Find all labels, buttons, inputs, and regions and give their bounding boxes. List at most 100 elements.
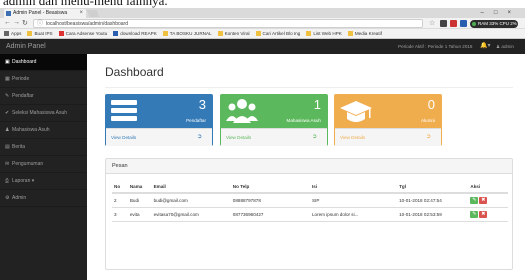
folder-icon (58, 31, 64, 36)
sidebar-item-label: Dashboard (12, 59, 37, 65)
table-row: 2 Budi budi@gmail.com 08888797878 SIP 10-01-2… (112, 193, 508, 208)
sidebar-item-label: Laporan ▾ (12, 178, 35, 184)
sidebar-item-dashboard[interactable]: ▣ Dashboard (0, 54, 87, 71)
sidebar-item-label: Mahasiswa Asuh (12, 127, 50, 133)
back-icon[interactable]: ← (4, 19, 11, 26)
close-tab-icon[interactable]: × (79, 9, 83, 18)
extension-icon[interactable] (450, 20, 457, 27)
bookmark-item[interactable]: download REAPK (113, 29, 157, 38)
menu-icon: ✉ (5, 161, 10, 167)
sidebar-item-mahasiswa-asuh[interactable]: ♟ Mahasiswa Asuh (0, 122, 87, 139)
bookmark-item[interactable]: Cari Artikel Blo Ing (255, 29, 300, 38)
arrow-circle-icon: ➲ (196, 134, 202, 140)
column-header: Nama (127, 181, 152, 194)
sidebar-item-berita[interactable]: ▤ Berita (0, 139, 87, 156)
user-menu[interactable]: ♟ admin (496, 39, 514, 54)
info-icon: ⓘ (37, 21, 44, 27)
messages-panel: Pesan No Nama Email No Telp Isi Tgl Aksi 2 Budi… (105, 158, 513, 270)
sidebar-item-periode[interactable]: ▦ Periode (0, 71, 87, 88)
column-header: No (112, 181, 128, 194)
folder-icon (162, 31, 168, 36)
card-label: Mahasiswa Asuh (286, 118, 321, 123)
bookmark-item[interactable]: Cara Adsense Youtu (58, 29, 107, 38)
bookmarks-bar: Apps Buat IPS Cara Adsense Youtu download R… (0, 29, 525, 39)
menu-icon: ▤ (5, 144, 10, 150)
extension-icon[interactable] (460, 20, 467, 27)
menu-icon: ▣ (5, 59, 10, 65)
table-cell: 08888797878 (230, 193, 310, 208)
sidebar-item-laporan[interactable]: ⎙ Laporan ▾ (0, 173, 87, 190)
sidebar-item-pendaftar[interactable]: ✎ Pendaftar (0, 88, 87, 105)
delete-button[interactable]: ✖ (479, 210, 488, 218)
arrow-circle-icon: ➲ (311, 134, 317, 140)
sidebar-item-pengumuman[interactable]: ✉ Pengumuman (0, 156, 87, 173)
bookmark-item[interactable]: TA BOSKU JURNAL (162, 29, 212, 38)
table-cell: Lorem ipsum dolor si... (309, 207, 398, 222)
address-bar-row: ← → ↻ ⓘ localhost/beasiswa/admin/dashboa… (0, 18, 525, 29)
bell-icon[interactable]: 🔔▾ (480, 39, 490, 54)
column-header: No Telp (230, 181, 310, 194)
folder-icon (27, 31, 33, 36)
bookmark-item[interactable]: List Web HPK (306, 29, 342, 38)
browser-window: Admin Panel - Beasiswa × –□× ← → ↻ ⓘ loc… (0, 8, 525, 280)
active-period-text: Periode Aktif : Periode 1 Tahun 2018 (398, 44, 473, 49)
tab-bar: Admin Panel - Beasiswa × –□× (0, 8, 525, 18)
messages-table: No Nama Email No Telp Isi Tgl Aksi 2 Budi budi@g… (112, 181, 508, 222)
column-header: Aksi (468, 181, 508, 194)
extension-icon[interactable] (440, 20, 447, 27)
window-controls[interactable]: –□× (481, 8, 521, 18)
menu-icon: ⎙ (5, 178, 10, 184)
menu-icon: ✎ (5, 93, 10, 99)
card-pendaftar: 3 Pendaftar View Details ➲ (105, 94, 213, 146)
panel-heading: Pesan (106, 159, 512, 174)
tab-title: Admin Panel - Beasiswa (13, 10, 68, 16)
menu-icon: ♟ (5, 127, 10, 133)
edit-button[interactable]: ✎ (470, 210, 479, 218)
folder-icon (217, 31, 223, 36)
edit-button[interactable]: ✎ (470, 196, 479, 204)
reload-icon[interactable]: ↻ (22, 19, 28, 27)
card-label: Pendaftar (186, 118, 206, 123)
status-dot-icon (472, 22, 476, 26)
card-count: 1 (313, 97, 321, 112)
table-cell: evita (127, 207, 152, 222)
table-cell: 10-01-2018 02:47:54 (397, 193, 469, 208)
table-cell: 087736960427 (230, 207, 310, 222)
apps-icon (4, 31, 9, 36)
url-text: localhost/beasiswa/admin/dashboard (46, 21, 128, 27)
main-content: Dashboard 3 Pendaftar View Details ➲ 1 M… (87, 54, 525, 280)
document-caption: admin dan menu-menu lainnya. (3, 0, 168, 8)
top-navbar: Admin Panel Periode Aktif : Periode 1 Ta… (0, 39, 525, 54)
sidebar-item-admin[interactable]: ⚙ Admin (0, 190, 87, 207)
folder-icon (347, 31, 353, 36)
folder-icon (113, 31, 119, 36)
table-cell: Budi (127, 193, 152, 208)
bookmark-item[interactable]: Buat IPS (27, 29, 53, 38)
bookmark-item[interactable]: Apps (4, 29, 21, 38)
menu-icon: ▦ (5, 76, 10, 82)
browser-tab[interactable]: Admin Panel - Beasiswa × (4, 9, 86, 18)
bookmark-item[interactable]: Media Kreatif (347, 29, 382, 38)
actions-cell: ✎ ✖ (468, 193, 508, 208)
bookmark-item[interactable]: Konten Viral (217, 29, 250, 38)
sidebar-item-label: Admin (12, 195, 27, 201)
column-header: Isi (309, 181, 398, 194)
url-input[interactable]: ⓘ localhost/beasiswa/admin/dashboard (33, 19, 423, 28)
sidebar-item-seleksi-mahasiswa-asuh[interactable]: ✔ Seleksi Mahasiswa Asuh (0, 105, 87, 122)
sidebar-item-label: Periode (12, 76, 30, 82)
bookmark-star-icon[interactable]: ☆ (429, 19, 435, 27)
new-tab-button[interactable] (86, 10, 100, 17)
table-row: 3 evita evitasa70@gmail.com 087736960427 Lor… (112, 207, 508, 222)
forward-icon[interactable]: → (13, 19, 20, 26)
arrow-circle-icon: ➲ (425, 134, 431, 140)
view-details-link[interactable]: View Details ➲ (335, 128, 441, 146)
card-count: 3 (198, 97, 206, 112)
sidebar: ▣ Dashboard ▦ Periode ✎ Pendaftar ✔ Seleksi Mah… (0, 54, 87, 280)
actions-cell: ✎ ✖ (468, 207, 508, 222)
brand-link[interactable]: Admin Panel (6, 39, 46, 54)
delete-button[interactable]: ✖ (479, 196, 488, 204)
view-details-link[interactable]: View Details ➲ (106, 128, 212, 146)
view-details-link[interactable]: View Details ➲ (221, 128, 327, 146)
sidebar-item-label: Berita (12, 144, 26, 150)
folder-icon (306, 31, 312, 36)
